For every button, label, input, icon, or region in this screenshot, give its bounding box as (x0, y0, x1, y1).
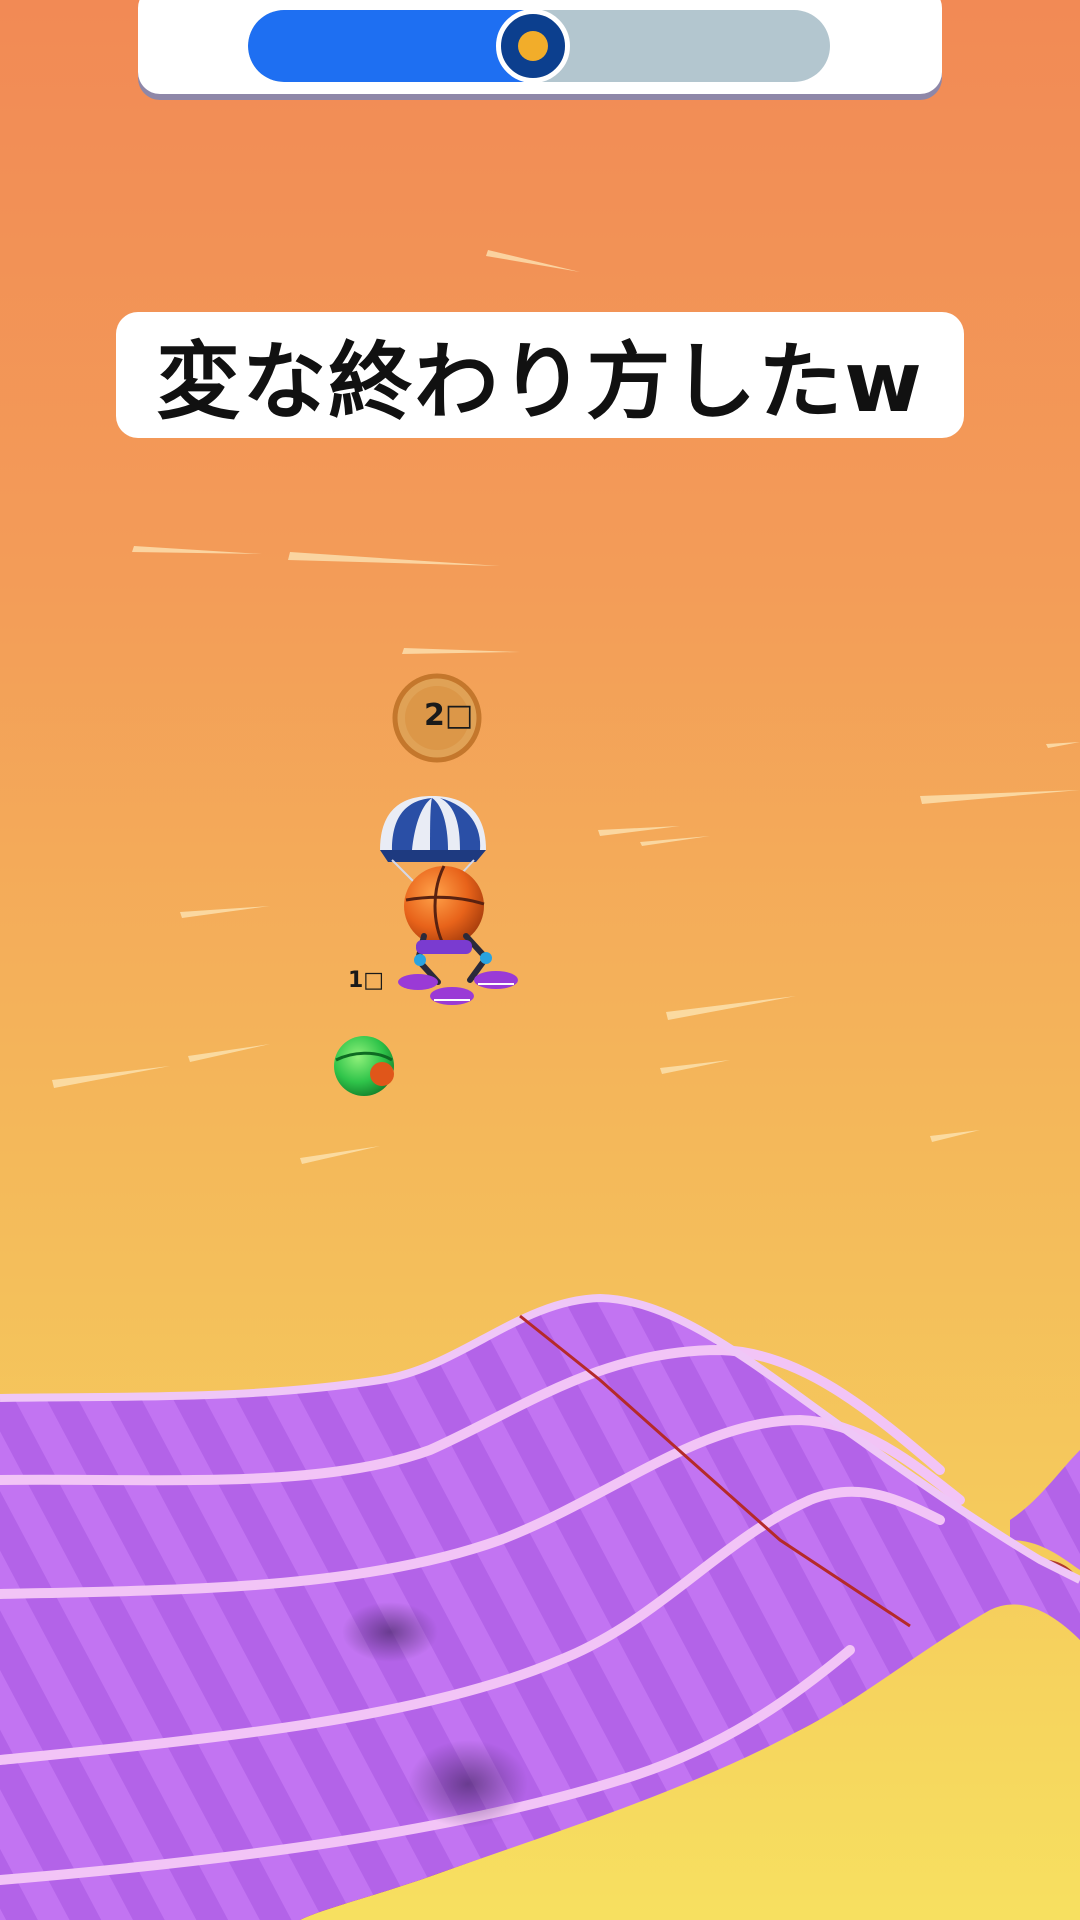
player-position-icon (496, 10, 571, 82)
race-progress-panel (138, 0, 942, 94)
game-scene (0, 0, 1080, 1920)
player-character (334, 1036, 394, 1096)
player-position-dot (518, 31, 549, 61)
game-screen: 変な終わり方したw 2□ 1□ (0, 0, 1080, 1920)
opponent-shadow (342, 1602, 438, 1662)
race-progress-bar (248, 10, 830, 82)
race-progress-fill (248, 10, 534, 82)
caption-text: 変な終わり方したw (156, 332, 924, 431)
player-rank-label: 1□ (348, 968, 385, 993)
caption-banner: 変な終わり方したw (116, 312, 964, 438)
opponent-rank-label: 2□ (424, 698, 474, 733)
player-shadow (408, 1740, 528, 1828)
